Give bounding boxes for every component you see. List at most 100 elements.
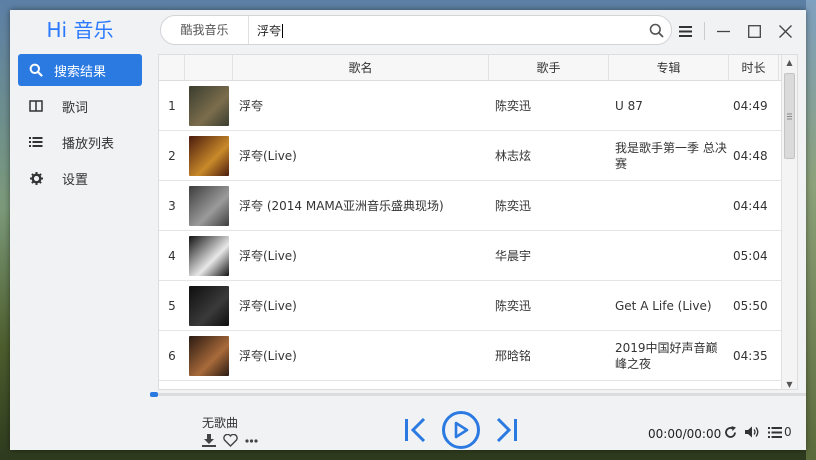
row-album: 2019中国好声音巅峰之夜 (615, 340, 718, 371)
more-button[interactable] (245, 438, 258, 443)
search-icon (18, 63, 54, 77)
row-title: 浮夸(Live) (239, 149, 297, 163)
app-window: Hi 音乐 搜索结果 歌词 播放列表 设置 酷我音乐 浮夸 歌名 歌手 专辑 时… (10, 10, 806, 450)
previous-button[interactable] (402, 417, 428, 443)
song-actions (202, 434, 265, 447)
search-box: 酷我音乐 浮夸 (160, 15, 672, 45)
maximize-button[interactable] (741, 19, 767, 43)
player-right-controls: 0 (724, 425, 808, 439)
row-duration: 04:48 (733, 148, 768, 163)
header-title[interactable]: 歌名 (233, 55, 489, 80)
row-index: 1 (168, 98, 176, 113)
main-panel: 酷我音乐 浮夸 歌名 歌手 专辑 时长 1 浮夸 陈奕迅 U 87 04:49 … (150, 10, 806, 450)
row-title: 浮夸(Live) (239, 299, 297, 313)
header-duration[interactable]: 时长 (729, 55, 779, 80)
volume-button[interactable] (745, 426, 760, 438)
album-cover (189, 235, 229, 276)
row-duration: 05:04 (733, 248, 768, 263)
album-cover (189, 135, 229, 176)
album-cover (189, 85, 229, 126)
menu-button[interactable] (672, 19, 698, 43)
sidebar: Hi 音乐 搜索结果 歌词 播放列表 设置 (10, 10, 150, 450)
favorite-button[interactable] (223, 434, 238, 447)
row-album: Get A Life (Live) (615, 298, 712, 313)
row-title: 浮夸 (2014 MAMA亚洲音乐盛典现场) (239, 199, 444, 213)
sidebar-item-playlist[interactable]: 播放列表 (18, 126, 142, 158)
more-icon (245, 438, 258, 443)
row-index: 2 (168, 148, 176, 163)
row-artist: 陈奕迅 (495, 99, 532, 113)
table-row[interactable]: 6 浮夸(Live) 邢晗铭 2019中国好声音巅峰之夜 04:35 (159, 331, 797, 381)
playback-time: 00:00/00:00 (648, 427, 722, 441)
row-index: 4 (168, 248, 176, 263)
header-cover (185, 55, 233, 80)
album-cover (189, 285, 229, 326)
table-row[interactable]: 4 浮夸(Live) 华晨宇 05:04 (159, 231, 797, 281)
search-input[interactable]: 浮夸 (249, 22, 641, 39)
download-button[interactable] (202, 434, 216, 447)
minimize-icon (716, 30, 730, 32)
table-scrollbar[interactable]: ▲ ▼ (781, 55, 797, 389)
header-index (159, 55, 185, 80)
row-duration: 04:35 (733, 348, 768, 363)
play-button[interactable] (442, 411, 480, 449)
minimize-button[interactable] (710, 19, 736, 43)
row-title: 浮夸 (239, 99, 264, 113)
queue-button[interactable]: 0 (768, 425, 800, 439)
top-bar: 酷我音乐 浮夸 (150, 10, 806, 50)
scroll-up-arrow-icon[interactable]: ▲ (782, 55, 797, 69)
header-album[interactable]: 专辑 (609, 55, 729, 80)
scroll-thumb[interactable] (784, 73, 795, 159)
row-album: U 87 (615, 98, 643, 113)
queue-count: 0 (784, 425, 792, 439)
lyrics-icon (18, 100, 54, 112)
desktop-background (806, 0, 816, 460)
search-icon (649, 23, 663, 37)
row-artist: 陈奕迅 (495, 299, 532, 313)
header-artist[interactable]: 歌手 (489, 55, 609, 80)
app-logo: Hi 音乐 (46, 18, 114, 42)
table-row[interactable]: 5 浮夸(Live) 陈奕迅 Get A Life (Live) 05:50 (159, 281, 797, 331)
row-index: 3 (168, 198, 176, 213)
row-artist: 华晨宇 (495, 249, 532, 263)
table-row[interactable]: 1 浮夸 陈奕迅 U 87 04:49 (159, 81, 797, 131)
heart-icon (223, 434, 238, 447)
row-index: 5 (168, 298, 176, 313)
album-cover (189, 185, 229, 226)
sidebar-item-label: 设置 (62, 172, 89, 188)
grip-icon (787, 113, 792, 119)
play-icon (454, 421, 469, 439)
close-button[interactable] (772, 19, 798, 43)
window-controls (667, 19, 798, 43)
window-controls-divider (704, 22, 705, 40)
playback-controls (402, 411, 520, 449)
album-cover (189, 335, 229, 376)
sidebar-item-label: 歌词 (62, 100, 89, 116)
queue-icon (768, 426, 782, 438)
sidebar-item-label: 播放列表 (62, 136, 115, 152)
loop-button[interactable] (724, 425, 737, 439)
table-header: 歌名 歌手 专辑 时长 (159, 55, 797, 81)
table-row[interactable]: 3 浮夸 (2014 MAMA亚洲音乐盛典现场) 陈奕迅 04:44 (159, 181, 797, 231)
sidebar-item-lyrics[interactable]: 歌词 (18, 90, 142, 122)
sidebar-item-label: 搜索结果 (54, 64, 107, 80)
row-duration: 04:49 (733, 98, 768, 113)
row-album: 我是歌手第一季 总决赛 (615, 140, 727, 171)
sidebar-item-settings[interactable]: 设置 (18, 162, 142, 194)
row-duration: 05:50 (733, 298, 768, 313)
previous-icon (405, 418, 426, 442)
table-row[interactable]: 2 浮夸(Live) 林志炫 我是歌手第一季 总决赛 04:48 (159, 131, 797, 181)
row-duration: 04:44 (733, 198, 768, 213)
gear-icon (18, 171, 54, 185)
search-source-selector[interactable]: 酷我音乐 (161, 16, 249, 44)
player-bar: 无歌曲 00:00/00:00 0 (150, 396, 806, 450)
loop-icon (725, 425, 736, 438)
table-body: 1 浮夸 陈奕迅 U 87 04:49 2 浮夸(Live) 林志炫 我是歌手第… (159, 81, 797, 381)
scroll-down-arrow-icon[interactable]: ▼ (782, 377, 797, 389)
menu-icon (678, 25, 692, 37)
sidebar-item-search-results[interactable]: 搜索结果 (18, 54, 142, 86)
next-button[interactable] (494, 417, 520, 443)
next-icon (496, 418, 517, 442)
download-icon (202, 434, 216, 447)
row-artist: 邢晗铭 (495, 349, 532, 363)
